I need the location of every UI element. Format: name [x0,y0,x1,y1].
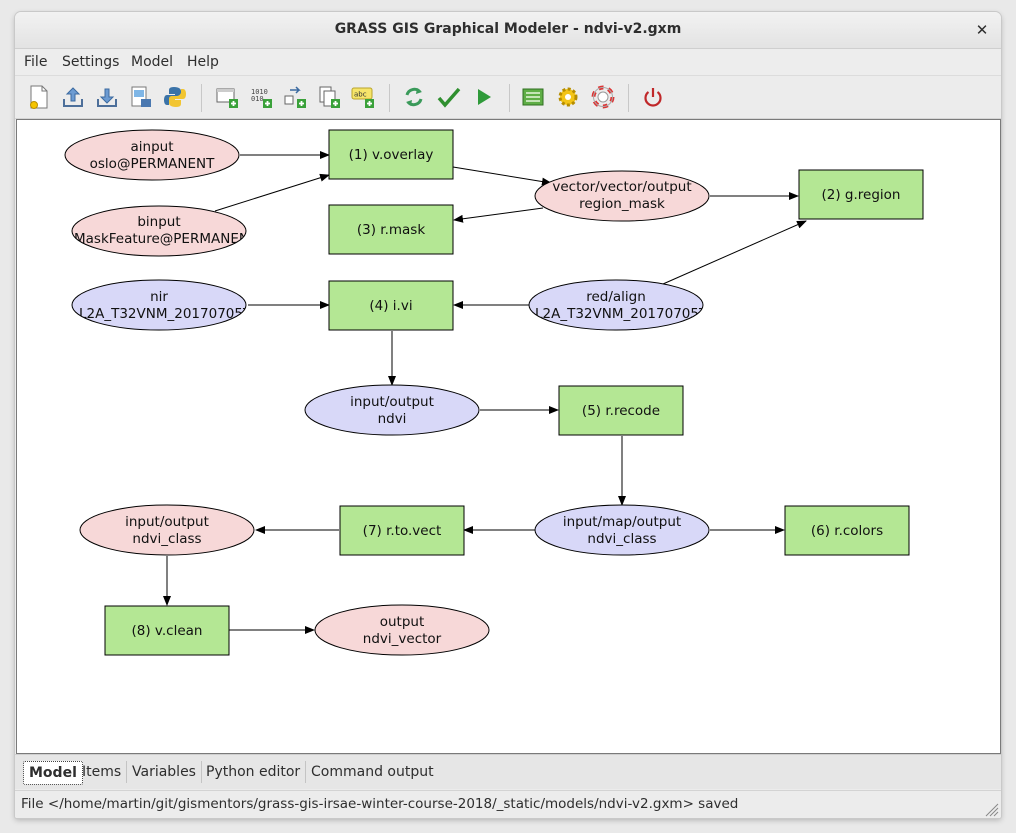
data-label-value: L2A_T32VNM_20170705T [535,306,708,322]
validate-icon[interactable] [436,84,462,110]
modeler-window: GRASS GIS Graphical Modeler - ndvi-v2.gx… [15,12,1001,818]
toolbar: 1010 010 abc [15,76,1001,119]
relations [163,151,807,634]
data-label-name: output [380,614,425,630]
svg-text:abc: abc [354,91,367,99]
run-icon[interactable] [471,84,497,110]
export-image-icon[interactable] [128,84,154,110]
relation-binput-voverlay[interactable] [214,173,330,212]
add-relation-icon[interactable] [282,84,308,110]
add-command-icon[interactable] [214,84,240,110]
action-label: (4) i.vi [369,298,412,314]
data-label-value: ndvi [378,411,407,427]
data-d1[interactable]: ainput oslo@PERMANENT [64,129,240,181]
data-label-value: ndvi_vector [363,631,442,647]
export-python-icon[interactable] [162,84,188,110]
resize-grip-icon[interactable] [981,799,999,817]
action-label: (3) r.mask [357,222,425,238]
tab-command-output[interactable]: Command output [306,761,439,783]
data-label-name: binput [137,214,180,230]
add-comment-icon[interactable]: abc [350,84,376,110]
relation-regionmask-rmask[interactable] [453,207,544,223]
action-label: (5) r.recode [582,403,660,419]
model-canvas[interactable]: (1) v.overlay (2) g.region (3) r.mask (4… [16,119,1001,754]
relation-voverlay-regionmask[interactable] [452,166,552,186]
action-a2[interactable]: (2) g.region [798,169,924,220]
data-label-value: oslo@PERMANENT [90,156,215,172]
data-d5[interactable]: red/align L2A_T32VNM_20170705T [528,279,708,331]
data-d4[interactable]: nir L2A_T32VNM_20170705T [71,279,252,331]
tab-model[interactable]: Model [23,761,83,785]
menu-settings[interactable]: Settings [62,54,119,70]
action-a4[interactable]: (4) i.vi [328,280,454,331]
data-label-name: red/align [586,289,646,305]
data-label-name: vector/vector/output [552,179,691,195]
menu-model[interactable]: Model [131,54,173,70]
data-d6[interactable]: input/output ndvi [304,384,480,436]
tab-python-editor[interactable]: Python editor [201,761,307,783]
tab-items[interactable]: Items [77,761,128,783]
window-title: GRASS GIS Graphical Modeler - ndvi-v2.gx… [334,21,682,37]
action-label: (2) g.region [822,187,901,203]
data-d3[interactable]: vector/vector/output region_mask [534,170,710,222]
status-text: File </home/martin/git/gismentors/grass-… [21,796,739,812]
menu-file[interactable]: File [24,54,47,70]
relation-red-gregion[interactable] [662,220,807,285]
action-label: (8) v.clean [132,623,203,639]
action-a1[interactable]: (1) v.overlay [328,129,454,180]
close-button[interactable]: ✕ [971,19,993,41]
data-label-value: region_mask [579,196,665,212]
action-label: (6) r.colors [811,523,883,539]
menu-bar: File Settings Model Help [15,49,1001,76]
tab-variables[interactable]: Variables [127,761,202,783]
data-label-value: ndvi_class [132,531,201,547]
action-a8[interactable]: (8) v.clean [104,605,230,656]
data-d8[interactable]: input/output ndvi_class [79,504,255,556]
add-loop-icon[interactable] [316,84,342,110]
variables-icon[interactable] [520,84,546,110]
data-label-value: MaskFeature@PERMANENT [74,231,258,247]
redraw-icon[interactable] [401,84,427,110]
save-model-icon[interactable] [94,84,120,110]
title-bar[interactable]: GRASS GIS Graphical Modeler - ndvi-v2.gx… [15,12,1001,49]
data-label-value: L2A_T32VNM_20170705T [79,306,252,322]
menu-help[interactable]: Help [187,54,219,70]
action-a6[interactable]: (6) r.colors [784,505,910,556]
data-d9[interactable]: output ndvi_vector [314,604,490,656]
add-data-icon[interactable]: 1010 010 [248,84,274,110]
data-label-name: input/output [350,394,434,410]
action-a5[interactable]: (5) r.recode [558,385,684,436]
action-a7[interactable]: (7) r.to.vect [339,505,465,556]
help-icon[interactable] [590,84,616,110]
open-model-icon[interactable] [60,84,86,110]
data-label-value: ndvi_class [587,531,656,547]
svg-text:010: 010 [251,95,264,103]
data-label-name: ainput [131,139,174,155]
model-diagram[interactable]: (1) v.overlay (2) g.region (3) r.mask (4… [17,120,1000,753]
settings-icon[interactable] [555,84,581,110]
data-d7[interactable]: input/map/output ndvi_class [534,504,710,556]
action-label: (7) r.to.vect [363,523,442,539]
new-model-icon[interactable] [26,84,52,110]
action-a3[interactable]: (3) r.mask [328,204,454,255]
status-bar: File </home/martin/git/gismentors/grass-… [15,790,1001,818]
data-label-name: input/map/output [563,514,681,530]
action-label: (1) v.overlay [349,147,434,163]
notebook-tabs: Model Items Variables Python editor Comm… [15,754,1001,789]
quit-icon[interactable] [640,84,666,110]
data-label-name: nir [150,289,168,305]
data-label-name: input/output [125,514,209,530]
data-d2[interactable]: binput MaskFeature@PERMANENT [71,205,258,257]
